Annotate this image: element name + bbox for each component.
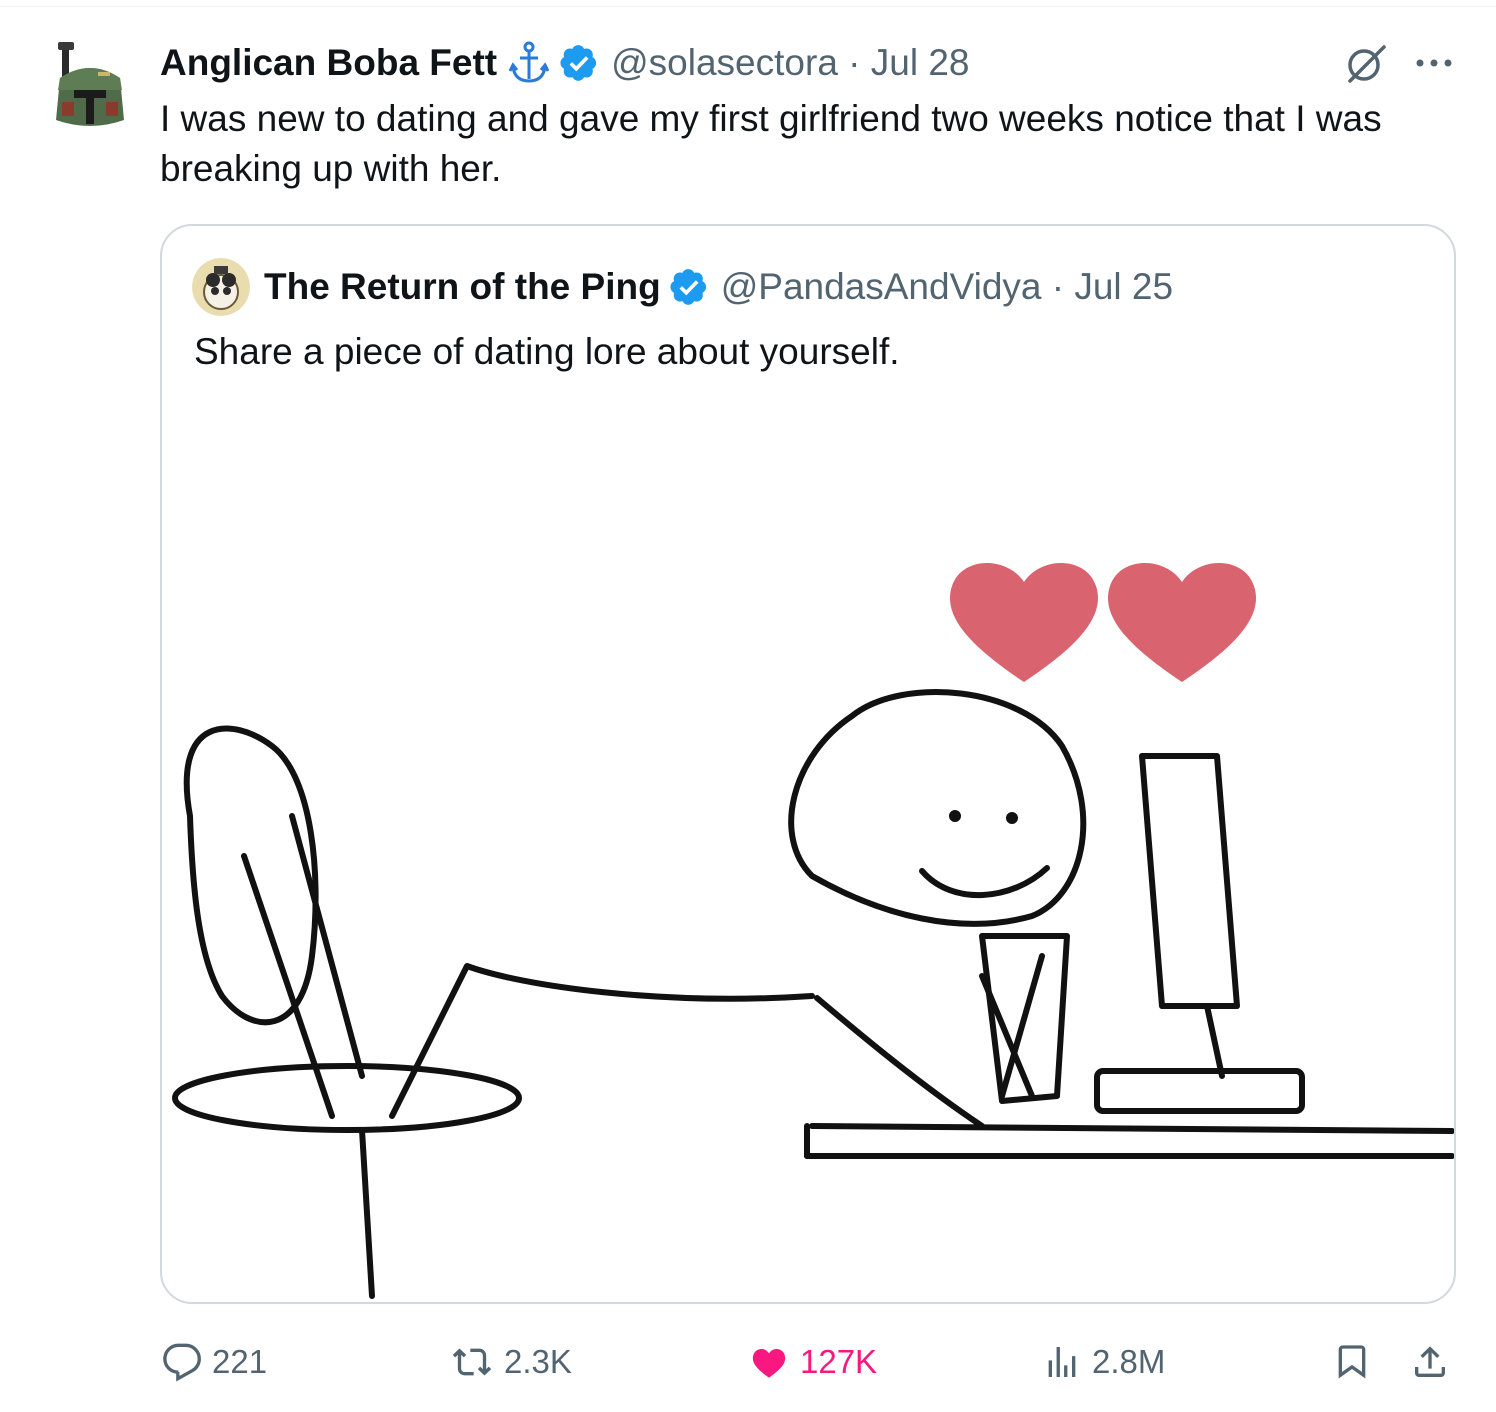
quoted-author-handle-date[interactable]: @PandasAndVidya · Jul 25: [721, 266, 1173, 308]
quoted-author-name[interactable]: The Return of the Ping: [264, 266, 661, 308]
verified-badge-icon[interactable]: [669, 267, 709, 307]
views-button[interactable]: 2.8M: [1042, 1332, 1165, 1392]
views-chart-icon: [1048, 1347, 1076, 1377]
tweet-header: Anglican Boba Fett @solasectora · Jul 28: [160, 38, 1456, 88]
author-avatar[interactable]: [50, 40, 130, 136]
quoted-tweet-card[interactable]: The Return of the Ping @PandasAndVidya ·…: [160, 224, 1456, 1304]
action-bar: 221 2.3K 127K 2.8M: [160, 1332, 1456, 1392]
repost-button[interactable]: 2.3K: [450, 1332, 572, 1392]
bookmark-button[interactable]: [1332, 1332, 1372, 1392]
share-icon: [1415, 1346, 1445, 1377]
like-button[interactable]: 127K: [748, 1332, 877, 1392]
views-count: 2.8M: [1092, 1343, 1166, 1380]
repost-count: 2.3K: [504, 1343, 572, 1380]
repost-icon: [452, 1348, 492, 1376]
heart-left-icon: [949, 562, 1099, 682]
author-name[interactable]: Anglican Boba Fett: [160, 42, 497, 84]
more-icon[interactable]: [1412, 41, 1456, 85]
bookmark-icon: [1338, 1345, 1366, 1379]
header-actions: [1344, 41, 1456, 85]
quoted-author-avatar[interactable]: [192, 258, 250, 316]
quoted-tweet-text: Share a piece of dating lore about yours…: [194, 331, 900, 372]
grok-icon[interactable]: [1344, 41, 1388, 85]
share-button[interactable]: [1410, 1332, 1450, 1392]
reply-icon: [163, 1343, 201, 1382]
verified-badge-icon[interactable]: [559, 43, 599, 83]
author-handle-date[interactable]: @solasectora · Jul 28: [611, 42, 969, 84]
tweet-text: I was new to dating and gave my first gi…: [160, 98, 1382, 189]
heart-right-icon: [1107, 562, 1257, 682]
boba-fett-helmet-icon: [56, 42, 124, 126]
reply-count: 221: [212, 1343, 268, 1380]
stick-figure-meme-image[interactable]: [162, 516, 1454, 1302]
hearts-group: [949, 562, 1257, 682]
reply-button[interactable]: 221: [162, 1332, 267, 1392]
heart-filled-icon: [752, 1348, 786, 1378]
anchor-icon: [509, 41, 550, 85]
like-count: 127K: [800, 1343, 878, 1380]
quoted-tweet-header: The Return of the Ping @PandasAndVidya ·…: [192, 258, 1173, 316]
top-divider: [0, 6, 1496, 7]
